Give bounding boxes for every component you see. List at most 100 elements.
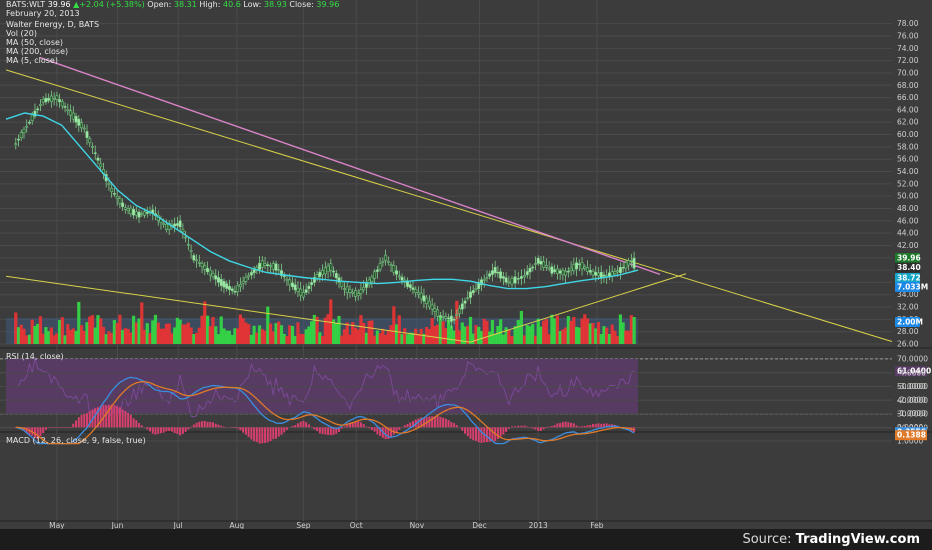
volume-bar bbox=[329, 299, 333, 344]
candle-body bbox=[96, 157, 100, 161]
candle-body bbox=[258, 263, 262, 270]
candle-body bbox=[214, 275, 218, 280]
volume-bar bbox=[353, 327, 358, 344]
volume-bar bbox=[214, 326, 218, 344]
candle-body bbox=[291, 282, 294, 288]
candle-body bbox=[266, 264, 270, 266]
candle-body bbox=[577, 263, 581, 266]
volume-bar bbox=[123, 328, 127, 344]
macd-histogram-bar bbox=[313, 427, 316, 430]
candle-body bbox=[499, 271, 503, 279]
macd-label[interactable]: MACD (12, 26, close, 9, false, true) bbox=[6, 436, 146, 445]
macd-histogram-bar bbox=[187, 427, 190, 430]
candle-body bbox=[310, 282, 314, 285]
volume-bar bbox=[19, 324, 23, 344]
candle-body bbox=[30, 114, 34, 122]
candle-body bbox=[397, 275, 401, 278]
macd-histogram-bar bbox=[553, 424, 556, 428]
macd-histogram-bar bbox=[436, 416, 439, 428]
change: ▲+2.04 (+5.38%) bbox=[73, 0, 145, 9]
source-credit[interactable]: Source: TradingView.com bbox=[742, 532, 920, 547]
legend-ma50[interactable]: MA (50, close) bbox=[6, 38, 63, 47]
candle-body bbox=[580, 262, 584, 270]
macd-histogram-bar bbox=[464, 427, 467, 434]
candle-body bbox=[558, 270, 562, 274]
macd-histogram-bar bbox=[222, 426, 225, 428]
x-tick-label: May bbox=[49, 521, 65, 529]
candle-body bbox=[488, 273, 492, 277]
candle-body bbox=[447, 317, 451, 320]
volume-bar bbox=[405, 334, 410, 344]
macd-histogram-bar bbox=[505, 427, 508, 432]
candle-body bbox=[493, 267, 497, 274]
volume-bar bbox=[362, 322, 366, 344]
macd-histogram-bar bbox=[409, 422, 412, 428]
rsi-label[interactable]: RSI (14, close) bbox=[6, 352, 64, 361]
candle-body bbox=[501, 276, 505, 279]
volume-bar bbox=[310, 321, 314, 344]
macd-histogram-bar bbox=[157, 427, 160, 434]
volume-bar bbox=[340, 335, 344, 344]
legend-ma5[interactable]: MA (5, close) bbox=[6, 56, 58, 65]
chart-canvas[interactable]: May Jun Jul Aug Sep Oct Nov Dec 2013 Feb 26.00 28.0… bbox=[0, 0, 932, 529]
close-value: 39.96 bbox=[316, 0, 340, 9]
volume-bar bbox=[599, 333, 603, 344]
open-value: 38.31 bbox=[173, 0, 197, 9]
macd-histogram-bar bbox=[280, 427, 283, 435]
candle-body bbox=[555, 268, 559, 274]
candle-body bbox=[233, 291, 237, 293]
legend-vol[interactable]: Vol (20) bbox=[6, 29, 37, 38]
volume-bar bbox=[533, 335, 538, 344]
price-axis-label: 44.00 bbox=[897, 229, 919, 238]
candle-body bbox=[123, 207, 127, 210]
macd-histogram-bar bbox=[146, 427, 149, 430]
macd-histogram-bar bbox=[195, 422, 198, 428]
candle-body bbox=[547, 267, 551, 270]
candle-body bbox=[112, 193, 116, 195]
macd-histogram-bar bbox=[77, 417, 80, 428]
candle-body bbox=[263, 263, 267, 266]
volume-bar bbox=[118, 314, 122, 344]
macd-histogram-bar bbox=[75, 420, 78, 428]
macd-histogram-bar bbox=[66, 427, 69, 428]
price-axis-label: 52.00 bbox=[897, 179, 919, 188]
volume-bar bbox=[205, 315, 210, 344]
macd-histogram-bar bbox=[64, 427, 67, 428]
candle-body bbox=[427, 300, 431, 308]
candle-body bbox=[274, 263, 278, 271]
candle-body bbox=[236, 285, 240, 293]
legend-ma200[interactable]: MA (200, close) bbox=[6, 47, 68, 56]
macd-histogram-bar bbox=[154, 427, 157, 435]
candle-body bbox=[534, 263, 537, 265]
candle-body bbox=[458, 307, 462, 314]
candle-body bbox=[370, 276, 374, 282]
low-label: Low: bbox=[243, 0, 262, 9]
open-label: Open: bbox=[147, 0, 172, 9]
candle-body bbox=[260, 260, 264, 268]
volume-bar bbox=[30, 319, 34, 344]
candle-body bbox=[58, 99, 62, 103]
macd-histogram-bar bbox=[285, 427, 288, 430]
macd-histogram-bar bbox=[537, 427, 540, 431]
macd-histogram-bar bbox=[324, 427, 327, 435]
volume-bar bbox=[71, 328, 75, 344]
x-tick-label: Jul bbox=[173, 521, 183, 529]
candle-body bbox=[301, 292, 305, 298]
macd-axis-label: -3.0000 bbox=[897, 382, 926, 391]
macd-histogram-bar bbox=[343, 426, 346, 428]
candle-body bbox=[441, 316, 445, 318]
macd-histogram-bar bbox=[534, 427, 537, 430]
candle-body bbox=[38, 104, 42, 106]
volume-bar bbox=[496, 326, 500, 344]
volume-bar bbox=[33, 325, 37, 344]
volume-bar bbox=[249, 334, 253, 344]
volume-bar bbox=[41, 333, 45, 344]
volume-bar bbox=[482, 318, 486, 344]
volume-bar bbox=[230, 334, 234, 344]
last-price: 39.96 bbox=[47, 0, 71, 9]
volume-bar bbox=[539, 326, 543, 344]
macd-histogram-bar bbox=[250, 427, 253, 440]
volume-bar bbox=[129, 332, 133, 344]
macd-histogram-bar bbox=[520, 425, 523, 428]
candle-body bbox=[91, 146, 94, 148]
